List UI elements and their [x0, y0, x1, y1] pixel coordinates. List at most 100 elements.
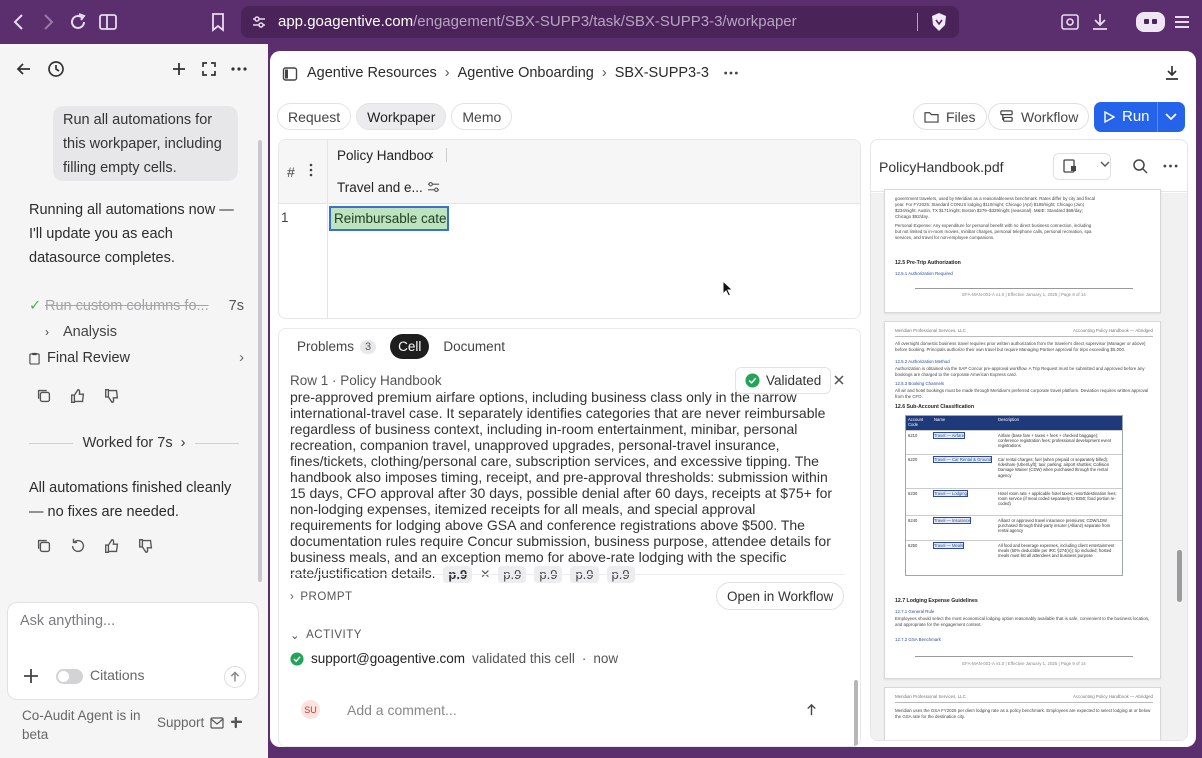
chevron-right-icon: ›: [290, 591, 295, 603]
send-icon[interactable]: [804, 702, 819, 717]
download-icon[interactable]: [1089, 11, 1111, 33]
cell-detail-panel: Problems 3 Cell Document Row 1 · Policy H…: [278, 328, 861, 747]
workflow-button[interactable]: Workflow: [988, 103, 1090, 130]
step-final-review[interactable]: Final Review ›: [29, 345, 244, 371]
activity-section-toggle[interactable]: ⌄ ACTIVITY: [290, 628, 362, 642]
mouse-cursor-icon: [722, 280, 734, 297]
menu-icon[interactable]: [1171, 11, 1193, 33]
column-title[interactable]: Policy Handbook: [337, 148, 432, 163]
message-actions: [35, 537, 157, 557]
tab-document[interactable]: Document: [435, 334, 513, 359]
expand-icon[interactable]: [199, 59, 219, 79]
chat-scrollbar[interactable]: [258, 140, 262, 582]
sidebar-toggle-icon[interactable]: [97, 11, 119, 33]
chevron-right-icon: ›: [45, 325, 49, 339]
column-subtitle[interactable]: Travel and e...: [337, 180, 423, 195]
check-icon: ✓: [29, 298, 42, 314]
prompt-section-toggle[interactable]: › PROMPT: [290, 591, 353, 603]
tab-memo[interactable]: Memo: [451, 103, 513, 130]
back-icon[interactable]: [8, 11, 30, 33]
assistant-message: Running all automations now — I'll updat…: [29, 202, 234, 266]
breadcrumb: Agentive Resources › Agentive Onboarding ›…: [307, 65, 739, 81]
row-number-header: #: [287, 164, 295, 180]
step-run-custom-columns[interactable]: ✓ Run custom columns fo... 7s: [29, 293, 244, 319]
filter-settings-icon[interactable]: [427, 181, 440, 193]
reader-icon[interactable]: [1059, 11, 1081, 33]
chevron-down-icon[interactable]: [1099, 159, 1111, 169]
row-label: Row 1 · Policy Handbook: [290, 373, 442, 388]
more-icon[interactable]: [229, 59, 249, 79]
tab-problems[interactable]: Problems 3: [289, 334, 384, 359]
assistant-message: All automations finished cleanly — no fi…: [29, 480, 232, 520]
user-message: Run all automations for this workpaper, …: [53, 106, 238, 181]
detail-scrollbar[interactable]: [854, 680, 858, 746]
more-icon[interactable]: [723, 70, 739, 76]
history-icon[interactable]: [46, 59, 66, 79]
clipboard-icon: [29, 352, 47, 365]
thumbs-down-icon[interactable]: [103, 387, 123, 407]
open-in-workflow-button[interactable]: Open in Workflow: [716, 582, 845, 610]
send-icon[interactable]: [224, 666, 246, 688]
forward-icon[interactable]: [37, 11, 59, 33]
address-bar[interactable]: app.goagentive.com/engagement/SBX-SUPP3/…: [241, 6, 959, 38]
play-icon: [1103, 111, 1115, 123]
column-menu-icon[interactable]: [309, 163, 313, 177]
pdf-table-row: 6210 Travel — Airfare Airfare (base fare +…: [906, 430, 1122, 454]
pdf-scrollbar[interactable]: [1177, 550, 1182, 602]
files-button[interactable]: Files: [913, 103, 987, 130]
search-icon[interactable]: [1132, 158, 1148, 174]
reload-icon[interactable]: [67, 11, 89, 33]
comment-input[interactable]: Add a comment...: [347, 702, 457, 718]
tab-workpaper[interactable]: Workpaper: [356, 103, 447, 130]
citations-label: Citations: [90, 667, 145, 683]
page-view-icon[interactable]: [1062, 158, 1078, 174]
thumbs-up-icon[interactable]: [69, 387, 89, 407]
retry-icon[interactable]: [69, 537, 89, 557]
activity-item: support@goagentive.com validated this ce…: [290, 651, 618, 666]
slack-icon[interactable]: [230, 716, 243, 729]
chat-input[interactable]: Ask anything...: [20, 613, 115, 629]
download-icon[interactable]: [1163, 64, 1181, 82]
copy-icon[interactable]: [35, 537, 55, 557]
pdf-table-row: 6220 Travel — Car Rental & Ground Car rent…: [906, 454, 1122, 488]
more-icon[interactable]: [1163, 164, 1178, 168]
brave-shield-icon[interactable]: [929, 12, 949, 32]
pdf-page: government travelers, used by Meridian a…: [884, 189, 1161, 313]
view-tabs: Request Workpaper Memo: [277, 103, 513, 130]
url-text[interactable]: app.goagentive.com/engagement/SBX-SUPP3/…: [278, 13, 797, 30]
thumbs-down-icon[interactable]: [137, 537, 157, 557]
message-actions: [35, 387, 123, 407]
tab-cell[interactable]: Cell: [390, 334, 430, 359]
avatar: SU: [301, 700, 320, 719]
workspace-panel: Agentive Resources › Agentive Onboarding ›…: [270, 51, 1196, 747]
step-analysis[interactable]: › Analysis: [29, 319, 244, 345]
check-circle-icon: [745, 373, 760, 388]
pdf-pages: government travelers, used by Meridian a…: [871, 189, 1187, 740]
cell-explanation: pre-approved premium airfare options, in…: [290, 389, 833, 583]
back-arrow-icon[interactable]: [14, 59, 34, 79]
close-icon[interactable]: [831, 372, 847, 388]
breadcrumb-item[interactable]: SBX-SUPP3-3: [615, 65, 709, 81]
new-chat-icon[interactable]: [169, 59, 189, 79]
citations-toggle[interactable]: [56, 669, 83, 684]
chevron-left-icon[interactable]: ‹: [429, 146, 434, 163]
add-icon[interactable]: [22, 667, 40, 685]
chevron-down-icon[interactable]: [1164, 111, 1178, 123]
chevron-down-icon: ⌄: [290, 630, 301, 642]
breadcrumb-item[interactable]: Agentive Resources: [307, 65, 437, 81]
bookmark-icon[interactable]: [207, 11, 229, 33]
workpaper-grid: # Policy Handbook ‹ Travel and e... 1 Re…: [278, 139, 861, 319]
thumbs-up-icon[interactable]: [103, 537, 123, 557]
run-button[interactable]: Run: [1094, 102, 1185, 132]
selected-cell[interactable]: Reimbursable catego: [329, 206, 449, 231]
site-settings-icon[interactable]: [251, 14, 267, 30]
worked-for-divider[interactable]: Worked for 7s ›: [29, 432, 239, 454]
mail-icon[interactable]: [210, 716, 224, 729]
tab-request[interactable]: Request: [277, 103, 352, 130]
wallet-icon[interactable]: [1136, 12, 1165, 32]
beta-note: Co-Audit Agent is in beta: [22, 708, 141, 742]
copy-icon[interactable]: [35, 387, 55, 407]
support-link[interactable]: Support: [157, 715, 243, 730]
breadcrumb-item[interactable]: Agentive Onboarding: [458, 65, 594, 81]
panel-toggle-icon[interactable]: [282, 66, 298, 82]
